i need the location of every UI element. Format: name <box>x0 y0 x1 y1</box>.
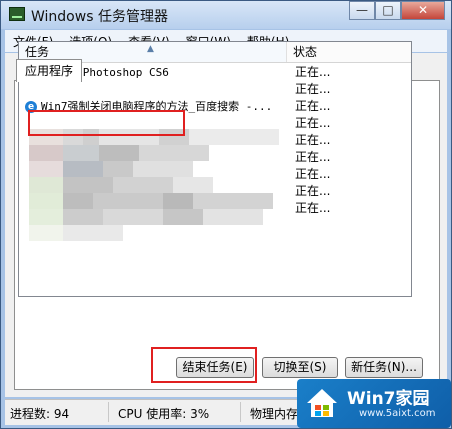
cpu-usage: CPU 使用率: 3% <box>118 407 210 421</box>
process-count: 进程数: 94 <box>10 407 70 421</box>
list-item[interactable]: 正在... <box>19 81 411 98</box>
physical-memory: 物理内存 <box>250 407 299 421</box>
column-header-status[interactable]: 状态 <box>287 42 411 62</box>
task-status: 正在... <box>295 82 331 96</box>
maximize-button[interactable]: □ <box>375 1 401 20</box>
task-status: 正在... <box>295 133 331 147</box>
task-status: 正在... <box>295 150 331 164</box>
task-status: 正在... <box>295 116 331 130</box>
caption-buttons: — □ ✕ <box>349 1 445 21</box>
task-status: 正在... <box>295 99 331 113</box>
task-manager-window: Windows 任务管理器 — □ ✕ 文件(F) 选项(O) 查看(V) 窗口… <box>0 0 452 429</box>
end-task-highlight-box <box>151 347 257 383</box>
title-bar[interactable]: Windows 任务管理器 — □ ✕ <box>1 1 451 29</box>
minimize-button[interactable]: — <box>349 1 375 20</box>
column-header-task-label: 任务 <box>25 45 50 59</box>
photoshop-highlight-box <box>28 110 185 136</box>
tab-applications[interactable]: 应用程序 <box>16 59 83 82</box>
watermark-brand: Win7家园 <box>347 389 430 409</box>
sort-arrow-icon: ▲ <box>147 44 154 54</box>
task-status: 正在... <box>295 184 331 198</box>
task-manager-icon <box>9 7 25 21</box>
close-button[interactable]: ✕ <box>401 1 445 20</box>
task-status: 正在... <box>295 201 331 215</box>
task-status: 正在... <box>295 167 331 181</box>
house-logo-icon <box>307 389 337 417</box>
switch-to-button[interactable]: 切换至(S) <box>262 357 338 378</box>
window-title: Windows 任务管理器 <box>31 9 168 25</box>
new-task-button[interactable]: 新任务(N)... <box>345 357 423 378</box>
win7-watermark-logo: Win7家园 www.5aixt.com <box>297 379 451 428</box>
task-status: 正在... <box>295 65 331 79</box>
watermark-site: www.5aixt.com <box>359 408 436 419</box>
pixelated-redaction <box>29 129 279 249</box>
